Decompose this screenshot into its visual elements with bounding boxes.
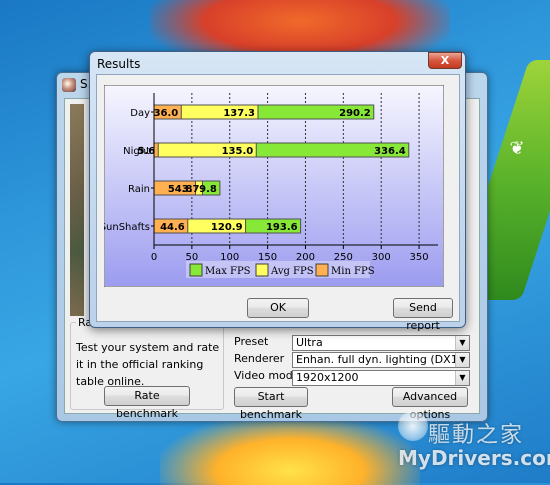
category-label: Day: [130, 108, 150, 119]
butterfly-icon: ❦: [509, 138, 525, 159]
watermark-url: MyDrivers.com: [398, 446, 550, 470]
results-dialog-title: Results: [97, 57, 141, 71]
renderer-select[interactable]: Enhan. full dyn. lighting (DX11) ▼: [292, 352, 470, 368]
category-label: Night: [123, 146, 150, 157]
chevron-down-icon[interactable]: ▼: [455, 353, 469, 367]
chevron-down-icon[interactable]: ▼: [455, 336, 469, 350]
category-label: Rain: [128, 184, 150, 195]
video-mode-select[interactable]: 1920x1200 ▼: [292, 370, 470, 386]
send-report-button[interactable]: Send report: [393, 298, 453, 332]
ranking-description: Test your system and rate it in the offi…: [76, 341, 220, 388]
category-label: SunShafts: [104, 222, 150, 233]
legend-swatch: [255, 263, 269, 277]
data-label-avg-fps: 3.7: [182, 184, 200, 195]
legend-label: Min FPS: [331, 266, 375, 277]
preview-image: [70, 104, 84, 316]
x-tick-label: 350: [410, 252, 429, 263]
advanced-options-button[interactable]: Advanced options: [392, 387, 468, 421]
data-label-max-fps: 290.2: [339, 108, 371, 119]
data-label-avg-fps: 120.9: [211, 222, 243, 233]
watermark-logo: [398, 411, 428, 441]
legend-swatch: [189, 263, 203, 277]
chevron-down-icon[interactable]: ▼: [455, 371, 469, 385]
rate-benchmark-button[interactable]: Rate benchmark: [104, 386, 190, 420]
video-mode-label: Video mode: [234, 369, 300, 382]
x-tick-label: 0: [151, 252, 157, 263]
data-label-min-fps: 36.0: [154, 108, 179, 119]
data-label-max-fps: 9.8: [199, 184, 217, 195]
ok-button[interactable]: OK: [247, 298, 309, 318]
data-label-avg-fps: 135.0: [222, 146, 254, 157]
watermark-text: 驅動之家: [428, 423, 525, 448]
fps-chart: 36.0 137.3 290.25.6 135.0 336.454.83.7 9.844.…: [104, 85, 444, 287]
legend-swatch: [315, 263, 329, 277]
close-button[interactable]: X: [428, 52, 462, 69]
data-label-avg-fps: 137.3: [223, 108, 255, 119]
data-label-min-fps: 44.6: [160, 222, 185, 233]
preset-value: Ultra: [296, 336, 323, 349]
desktop-wallpaper-accent: [160, 415, 420, 485]
legend-label: Max FPS: [205, 266, 251, 277]
video-mode-value: 1920x1200: [296, 371, 359, 384]
preset-select[interactable]: Ultra ▼: [292, 335, 470, 351]
preset-label: Preset: [234, 335, 269, 348]
app-icon: [62, 78, 76, 92]
data-label-max-fps: 336.4: [374, 146, 406, 157]
data-label-max-fps: 193.6: [266, 222, 298, 233]
x-tick-label: 300: [372, 252, 391, 263]
start-benchmark-button[interactable]: Start benchmark: [234, 387, 308, 421]
legend-label: Avg FPS: [270, 266, 314, 277]
renderer-value: Enhan. full dyn. lighting (DX11): [296, 353, 469, 366]
renderer-label: Renderer: [234, 352, 285, 365]
